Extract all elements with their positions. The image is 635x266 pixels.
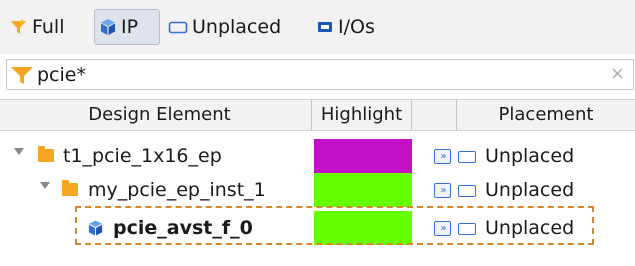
ios-filter-button[interactable]: I/Os [314, 9, 394, 45]
placement-status: Unplaced [485, 217, 575, 239]
locate-icon[interactable]: » [434, 183, 451, 198]
expand-chevron-icon[interactable] [40, 182, 50, 189]
highlight-color-swatch[interactable] [314, 211, 412, 245]
search-input[interactable] [37, 63, 597, 86]
filter-toolbar: Full IP Unplaced I/Os [0, 0, 635, 54]
unplaced-box-icon [168, 19, 188, 35]
design-element-name: t1_pcie_1x16_ep [63, 145, 222, 167]
unplaced-box-icon [458, 223, 476, 235]
table-row[interactable]: my_pcie_ep_inst_1 » Unplaced [0, 171, 635, 209]
design-element-name: pcie_avst_f_0 [113, 217, 253, 239]
unplaced-filter-label: Unplaced [192, 16, 282, 38]
funnel-star-icon [10, 18, 28, 36]
full-filter-label: Full [32, 16, 65, 38]
design-element-name: my_pcie_ep_inst_1 [88, 179, 266, 201]
folder-icon [62, 180, 78, 196]
table-row[interactable]: pcie_avst_f_0 » Unplaced [0, 209, 635, 247]
column-header-placement[interactable]: Placement [457, 100, 635, 130]
column-header-highlight[interactable]: Highlight [312, 100, 412, 130]
ip-cube-icon [87, 219, 104, 242]
column-header-design-element[interactable]: Design Element [8, 100, 312, 130]
funnel-icon [10, 65, 34, 85]
unplaced-filter-button[interactable]: Unplaced [166, 9, 300, 45]
highlight-color-swatch[interactable] [314, 139, 412, 173]
full-filter-button[interactable]: Full [6, 9, 90, 45]
ios-filter-label: I/Os [338, 16, 375, 38]
column-header-blank[interactable] [412, 100, 457, 130]
locate-icon[interactable]: » [434, 221, 451, 236]
folder-icon [38, 146, 54, 162]
ip-filter-label: IP [121, 16, 139, 38]
table-row[interactable]: t1_pcie_1x16_ep » Unplaced [0, 137, 635, 175]
clear-search-icon[interactable]: × [610, 63, 625, 84]
highlight-color-swatch[interactable] [314, 173, 412, 207]
unplaced-box-icon [458, 185, 476, 197]
ip-cube-icon [99, 18, 117, 36]
expand-chevron-icon[interactable] [14, 148, 24, 155]
ip-filter-button[interactable]: IP [94, 9, 160, 45]
io-pin-icon [316, 19, 334, 35]
table-header: Design Element Highlight Placement [0, 99, 635, 131]
locate-icon[interactable]: » [434, 149, 451, 164]
placement-status: Unplaced [485, 179, 575, 201]
placement-status: Unplaced [485, 145, 575, 167]
search-field: × [6, 59, 634, 90]
unplaced-box-icon [458, 151, 476, 163]
